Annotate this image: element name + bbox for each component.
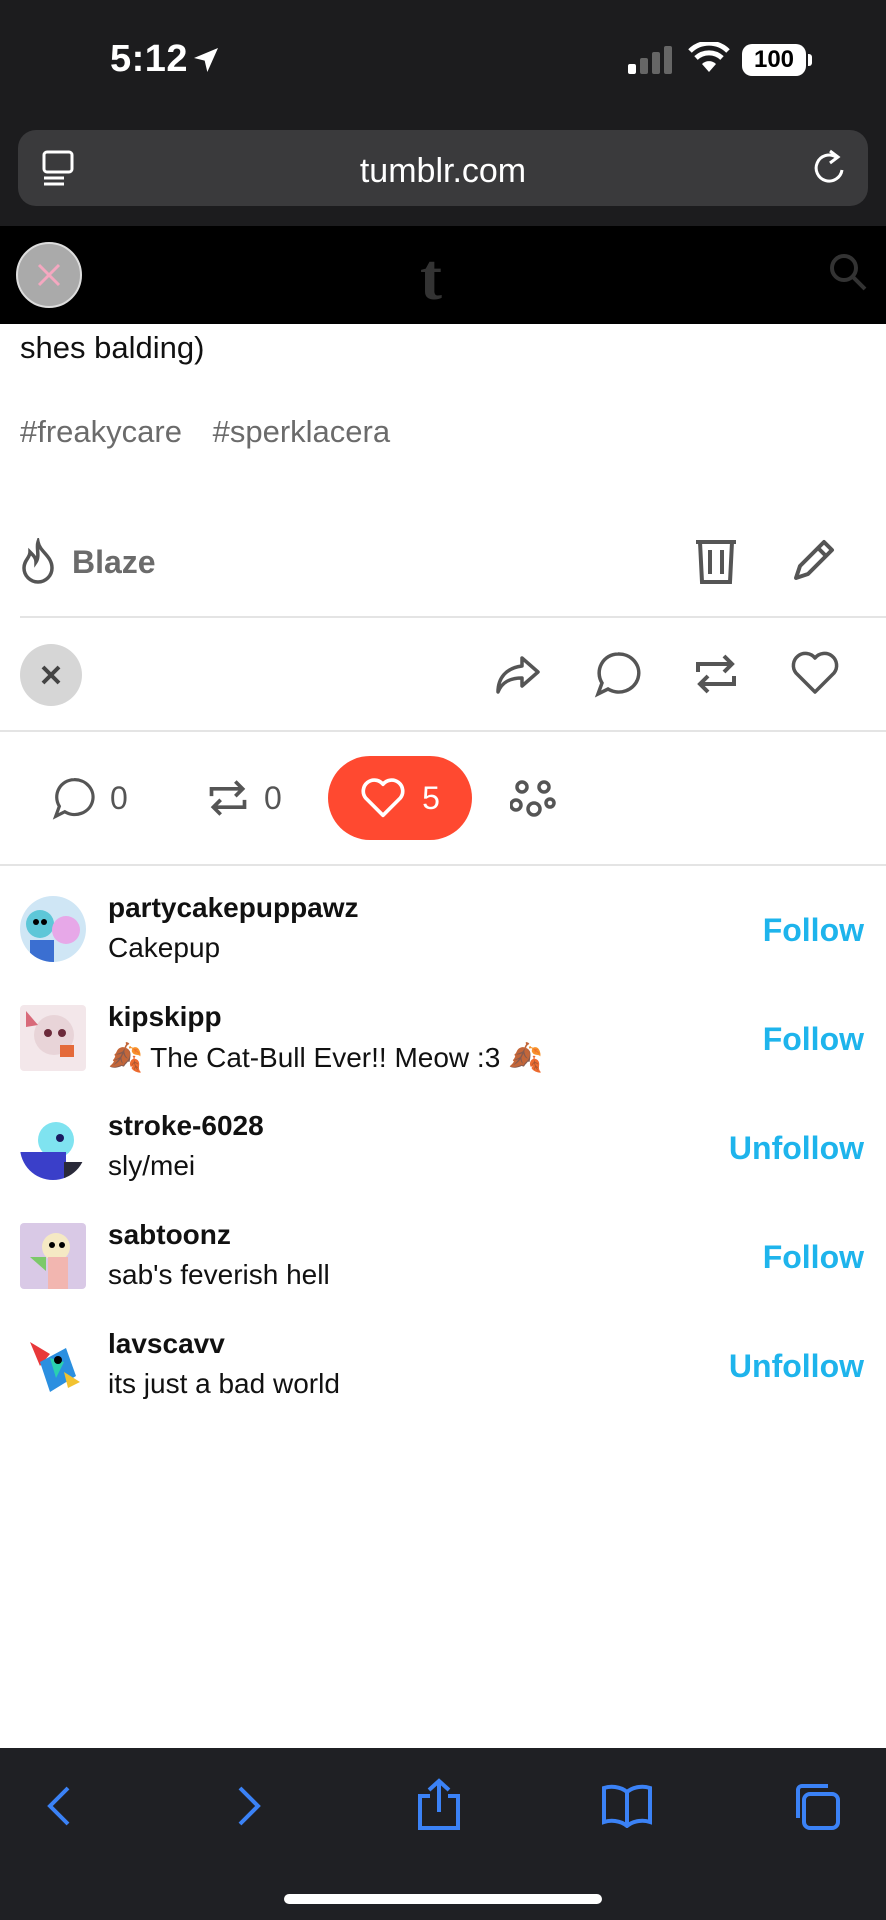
bookmarks-book-icon[interactable]	[600, 1782, 654, 1833]
tumblr-header: t	[0, 226, 886, 324]
list-item[interactable]: partycakepuppawz Cakepup Follow	[0, 884, 886, 984]
url-text: tumblr.com	[359, 152, 527, 190]
community-icon	[510, 780, 556, 817]
list-item[interactable]: lavscavv its just a bad world Unfollow	[0, 1320, 886, 1420]
blog-title: sab's feverish hell	[108, 1259, 330, 1290]
heart-icon	[361, 778, 405, 818]
post-body-text: shes balding)	[20, 330, 205, 365]
heart-icon[interactable]	[790, 650, 840, 701]
blaze-flame-icon[interactable]	[18, 535, 58, 589]
blog-title: sly/mei	[108, 1150, 196, 1181]
post-tags: #freakycare #sperklacera	[20, 414, 412, 450]
blog-username[interactable]: lavscavv	[108, 1328, 225, 1360]
list-item[interactable]: kipskipp 🍂 The Cat-Bull Ever!! Meow :3 🍂…	[0, 993, 886, 1093]
avatar[interactable]	[20, 1005, 86, 1071]
divider	[0, 730, 886, 732]
share-sheet-icon[interactable]	[414, 1778, 464, 1837]
tag-link[interactable]: #sperklacera	[213, 414, 390, 449]
avatar[interactable]	[20, 896, 86, 962]
back-chevron-icon[interactable]	[44, 1784, 74, 1833]
tab-replies[interactable]: 0	[52, 756, 128, 840]
divider	[0, 864, 886, 866]
close-post-button[interactable]	[16, 242, 82, 308]
blog-username[interactable]: partycakepuppawz	[108, 892, 359, 924]
search-icon[interactable]	[828, 252, 868, 297]
blog-username[interactable]: kipskipp	[108, 1001, 222, 1033]
battery-indicator: 100	[742, 44, 806, 76]
wifi-icon	[688, 40, 730, 79]
unfollow-button[interactable]: Unfollow	[729, 1130, 864, 1167]
notes-tabs: 0 0 5	[0, 756, 886, 840]
avatar[interactable]	[20, 1223, 86, 1289]
browser-toolbar: tumblr.com	[0, 118, 886, 226]
dismiss-button[interactable]	[20, 644, 82, 706]
list-item[interactable]: sabtoonz sab's feverish hell Follow	[0, 1211, 886, 1311]
list-item[interactable]: stroke-6028 sly/mei Unfollow	[0, 1102, 886, 1202]
address-bar[interactable]: tumblr.com	[18, 130, 868, 206]
battery-nub	[808, 54, 812, 66]
post-owner-actions: Blaze	[0, 530, 886, 594]
pencil-icon[interactable]	[790, 536, 838, 589]
blog-title: 🍂 The Cat-Bull Ever!! Meow :3 🍂	[108, 1042, 543, 1073]
home-indicator	[284, 1894, 602, 1904]
blog-username[interactable]: stroke-6028	[108, 1110, 264, 1142]
reload-icon[interactable]	[812, 148, 848, 191]
reblogs-count: 0	[264, 779, 282, 816]
avatar[interactable]	[20, 1114, 86, 1180]
unfollow-button[interactable]: Unfollow	[729, 1348, 864, 1385]
follow-button[interactable]: Follow	[763, 1021, 864, 1058]
tumblr-logo[interactable]: t	[420, 240, 442, 316]
blog-title: its just a bad world	[108, 1368, 340, 1399]
tabs-overview-icon[interactable]	[790, 1780, 842, 1837]
reblog-icon	[209, 780, 247, 816]
avatar[interactable]	[20, 1332, 86, 1398]
reply-bubble-icon[interactable]	[594, 650, 642, 703]
replies-count: 0	[110, 779, 128, 816]
status-bar: 5:12 100	[0, 0, 886, 118]
follow-button[interactable]: Follow	[763, 1239, 864, 1276]
safari-bottom-toolbar	[0, 1748, 886, 1920]
reblog-icon[interactable]	[692, 650, 740, 703]
cellular-signal-icon	[626, 46, 674, 79]
post-footer-actions	[0, 640, 886, 710]
status-time: 5:12	[110, 38, 189, 80]
location-arrow-icon	[190, 44, 222, 81]
tab-likes[interactable]: 5	[328, 756, 472, 840]
tab-community[interactable]	[510, 756, 556, 840]
tab-reblogs[interactable]: 0	[206, 756, 282, 840]
divider	[20, 616, 886, 618]
trash-icon[interactable]	[694, 536, 738, 591]
forward-chevron-icon[interactable]	[234, 1784, 264, 1833]
share-icon[interactable]	[494, 650, 542, 703]
likes-count: 5	[422, 779, 440, 816]
blog-username[interactable]: sabtoonz	[108, 1219, 231, 1251]
tag-link[interactable]: #freakycare	[20, 414, 182, 449]
blaze-button[interactable]: Blaze	[72, 544, 156, 581]
follow-button[interactable]: Follow	[763, 912, 864, 949]
reply-bubble-icon	[52, 778, 95, 820]
blog-title: Cakepup	[108, 932, 221, 963]
